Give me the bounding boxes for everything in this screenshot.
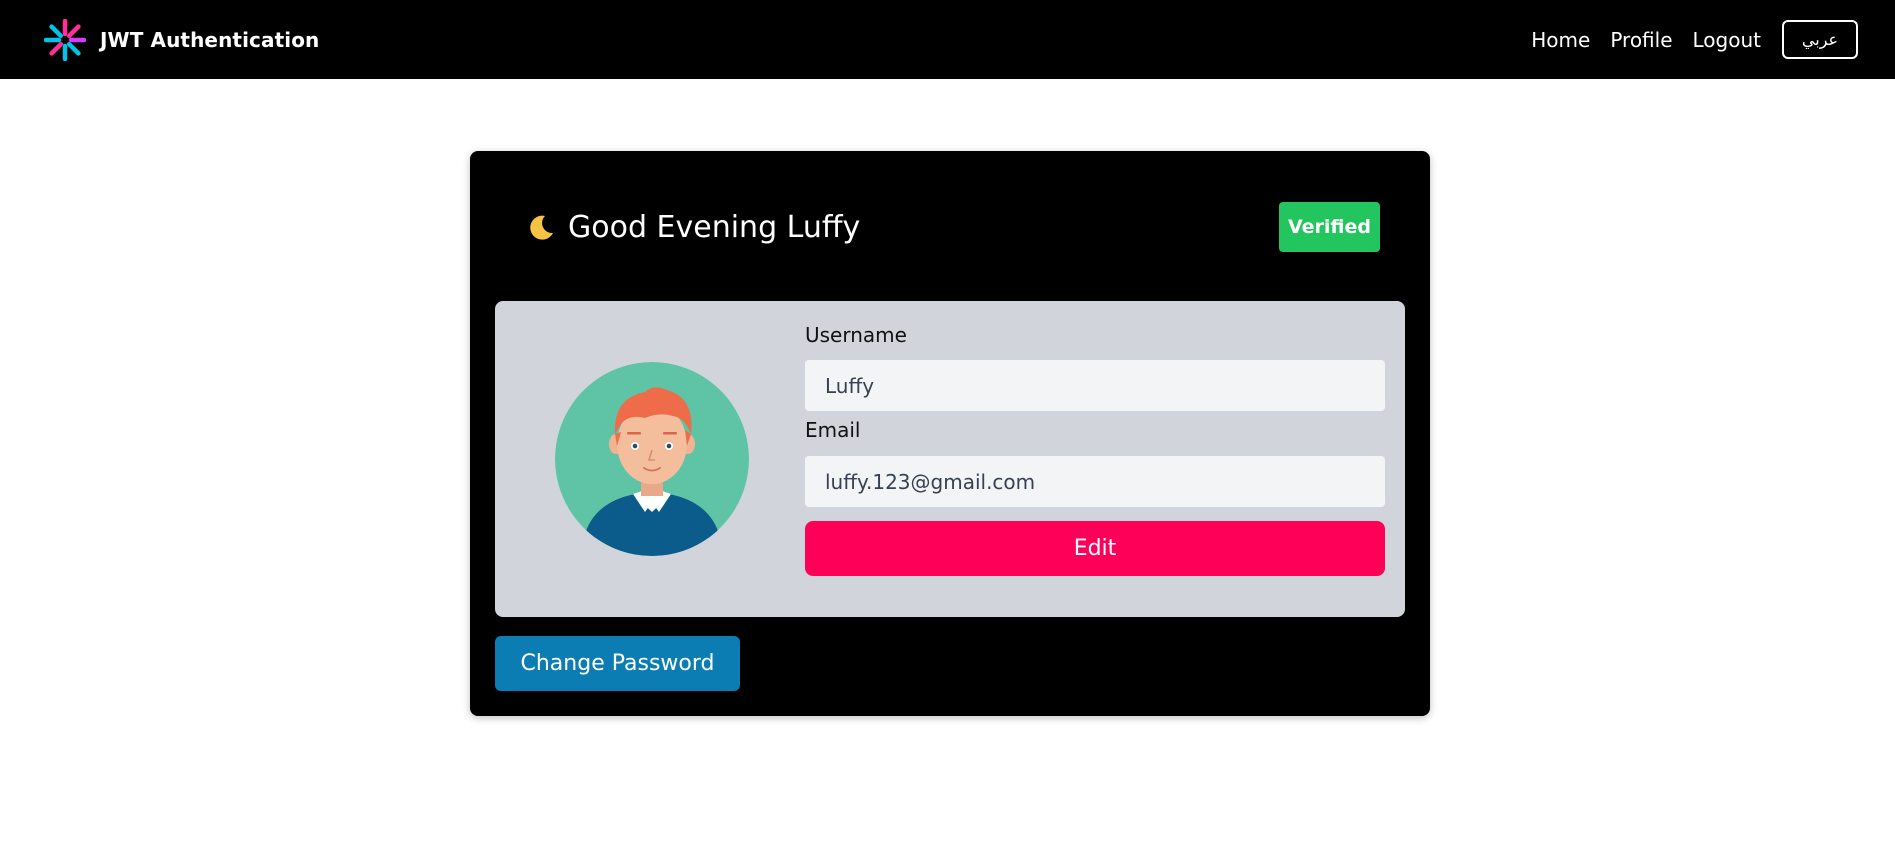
change-password-button[interactable]: Change Password (495, 636, 740, 691)
nav-links: Home Profile Logout عربي (1531, 20, 1858, 59)
language-toggle-button[interactable]: عربي (1782, 20, 1858, 59)
greeting: Good Evening Luffy (526, 205, 860, 249)
email-field[interactable] (805, 456, 1385, 507)
username-label: Username (805, 323, 907, 347)
profile-details-panel: Username Email Edit (495, 301, 1405, 617)
user-avatar-icon (555, 362, 749, 556)
jwt-logo-icon (44, 18, 86, 61)
greeting-text: Good Evening Luffy (568, 209, 861, 245)
username-field[interactable] (805, 360, 1385, 411)
nav-link-profile[interactable]: Profile (1610, 28, 1672, 52)
nav-link-logout[interactable]: Logout (1693, 28, 1761, 52)
verified-status-badge: Verified (1279, 202, 1380, 252)
email-label: Email (805, 418, 861, 442)
moon-icon (530, 215, 553, 240)
brand[interactable]: JWT Authentication (44, 18, 320, 61)
brand-title: JWT Authentication (100, 27, 320, 52)
navbar: JWT Authentication Home Profile Logout ع… (0, 0, 1895, 79)
profile-card: Good Evening Luffy Verified Username Luf… (470, 151, 1430, 716)
edit-button[interactable]: Edit (805, 521, 1385, 576)
nav-link-home[interactable]: Home (1531, 28, 1590, 52)
